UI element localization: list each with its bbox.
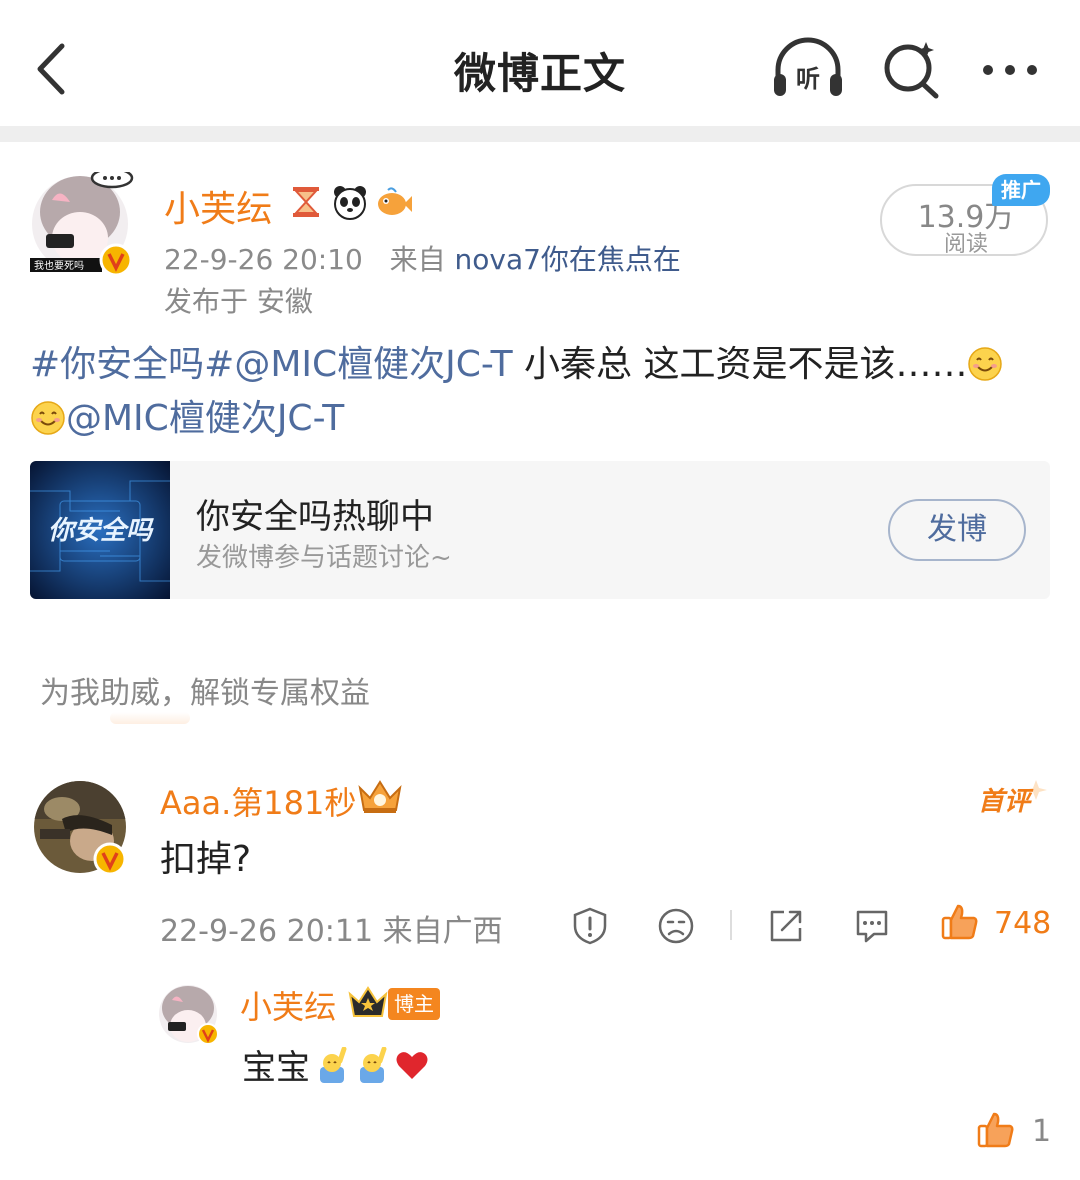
hourglass-badge-icon[interactable] xyxy=(288,184,324,220)
like-icon[interactable] xyxy=(940,902,980,942)
topic-title: 你安全吗热聊中 xyxy=(196,497,434,537)
post-source[interactable]: nova7你在焦点在 xyxy=(455,243,681,276)
comment-text: 扣掉? xyxy=(160,839,252,880)
post-body: #你安全吗#@MIC檀健次JC-T 小秦总 这工资是不是该…… @MIC檀健次JC… xyxy=(30,338,1050,446)
author-avatar[interactable]: 我也要死吗 xyxy=(30,167,134,277)
post-location: 发布于 安徽 xyxy=(164,285,313,318)
action-divider xyxy=(730,910,732,940)
listen-button[interactable]: 听 xyxy=(770,36,846,102)
mention-link[interactable]: @MIC檀健次JC-T xyxy=(66,398,344,439)
post-timestamp: 22-9-26 20:10 xyxy=(164,243,363,276)
smile-emoji-icon xyxy=(968,347,1003,381)
topic-thumb-text: 你安全吗 xyxy=(48,516,154,546)
source-prefix: 来自 xyxy=(389,243,446,276)
topic-subtitle: 发微博参与话题讨论~ xyxy=(196,543,452,573)
fan-crown-icon[interactable] xyxy=(356,776,404,816)
reply-author-name[interactable]: 小芙纭 xyxy=(240,982,336,1028)
listen-label: 听 xyxy=(796,65,820,93)
search-icon[interactable] xyxy=(880,38,944,102)
report-icon[interactable] xyxy=(570,906,610,946)
topic-card[interactable]: 你安全吗 你安全吗热聊中 发微博参与话题讨论~ 发博 xyxy=(30,461,1050,599)
post-weibo-button[interactable]: 发博 xyxy=(888,499,1026,561)
reply-text-content: 宝宝 xyxy=(242,1048,310,1088)
like-count: 748 xyxy=(994,906,1052,941)
reply-avatar[interactable] xyxy=(158,984,220,1046)
mention-link[interactable]: @MIC檀健次JC-T xyxy=(234,344,512,385)
comment-meta: 22-9-26 20:11 来自广西 xyxy=(160,914,503,949)
reply-like-icon[interactable] xyxy=(976,1110,1016,1150)
panda-badge-icon[interactable] xyxy=(332,184,368,220)
commenter-name[interactable]: Aaa.第181秒 xyxy=(160,778,356,824)
comment-icon[interactable] xyxy=(852,906,892,946)
dislike-icon[interactable] xyxy=(656,906,696,946)
heart-emoji-icon xyxy=(396,1051,428,1079)
promo-glow xyxy=(110,712,190,724)
hashtag-link[interactable]: #你安全吗# xyxy=(30,344,234,385)
topic-thumbnail: 你安全吗 xyxy=(30,461,170,599)
avatar-caption: 我也要死吗 xyxy=(34,259,84,272)
crown-icon xyxy=(348,984,388,1020)
reply-like-count: 1 xyxy=(1032,1114,1052,1149)
smile-emoji-icon xyxy=(31,401,65,435)
reply-text: 宝宝 xyxy=(242,1040,430,1089)
commenter-avatar[interactable] xyxy=(32,779,128,876)
support-promo-text[interactable]: 为我助威，解锁专属权益 xyxy=(40,668,370,712)
author-name[interactable]: 小芙纭 xyxy=(164,180,272,232)
first-comment-label: 首评 xyxy=(978,787,1034,817)
raising-hand-emoji-icon xyxy=(320,1046,347,1083)
fish-badge-icon[interactable] xyxy=(376,184,412,220)
author-badges xyxy=(288,184,412,220)
post-text: 小秦总 这工资是不是该…… xyxy=(512,344,968,385)
post-meta: 22-9-26 20:10 来自 nova7你在焦点在 xyxy=(164,238,681,278)
top-bar: 微博正文 听 xyxy=(0,0,1080,128)
author-tag: 博主 xyxy=(388,988,440,1020)
more-icon[interactable] xyxy=(978,50,1042,90)
raising-hand-emoji-icon xyxy=(360,1046,387,1083)
share-icon[interactable] xyxy=(766,906,806,946)
promo-badge: 推广 xyxy=(992,174,1050,206)
first-comment-badge: 首评 xyxy=(978,778,1048,818)
read-count-label: 阅读 xyxy=(943,232,988,257)
header-divider xyxy=(0,126,1080,142)
